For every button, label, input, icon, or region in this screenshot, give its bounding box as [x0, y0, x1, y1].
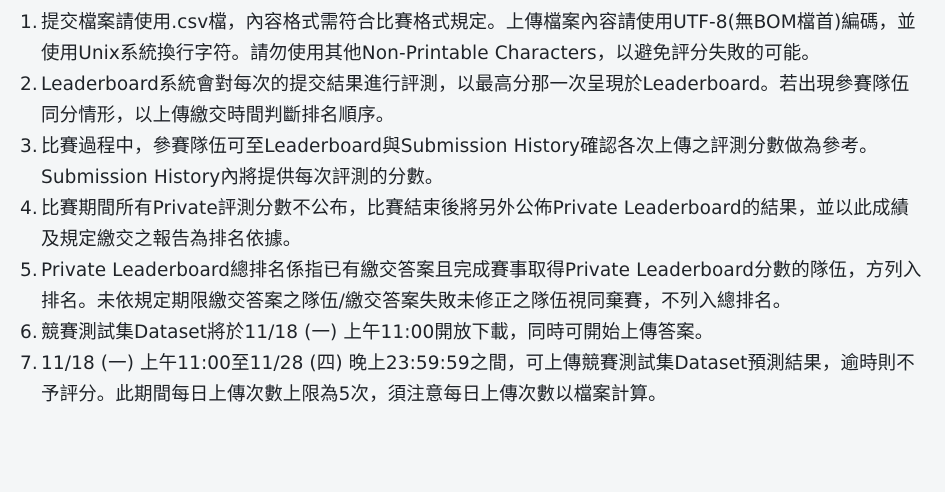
submission-rules-section: 1. 提交檔案請使用.csv檔，內容格式需符合比賽格式規定。上傳檔案內容請使用U… — [0, 0, 945, 492]
rule-text: 11/18 (一) 上午11:00至11/28 (四) 晚上23:59:59之間… — [41, 353, 915, 405]
rule-item-4: 4. 比賽期間所有Private評測分數不公布，比賽結束後將另外公佈Privat… — [20, 193, 927, 255]
rule-item-1: 1. 提交檔案請使用.csv檔，內容格式需符合比賽格式規定。上傳檔案內容請使用U… — [20, 7, 927, 69]
rule-text: 提交檔案請使用.csv檔，內容格式需符合比賽格式規定。上傳檔案內容請使用UTF-… — [41, 12, 916, 64]
rules-list: 1. 提交檔案請使用.csv檔，內容格式需符合比賽格式規定。上傳檔案內容請使用U… — [20, 7, 927, 410]
rule-item-2: 2. Leaderboard系統會對每次的提交結果進行評測，以最高分那一次呈現於… — [20, 69, 927, 131]
rule-number: 2. — [20, 74, 38, 95]
rule-text: Private Leaderboard總排名係指已有繳交答案且完成賽事取得Pri… — [41, 260, 922, 312]
rule-item-7: 7. 11/18 (一) 上午11:00至11/28 (四) 晚上23:59:5… — [20, 348, 927, 410]
rule-number: 1. — [20, 12, 38, 33]
rule-number: 4. — [20, 198, 38, 219]
rule-number: 7. — [20, 353, 38, 374]
rule-text: 比賽過程中，參賽隊伍可至Leaderboard與Submission Histo… — [41, 136, 878, 188]
rule-text: 競賽測試集Dataset將於11/18 (一) 上午11:00開放下載，同時可開… — [41, 322, 714, 343]
rule-text: Leaderboard系統會對每次的提交結果進行評測，以最高分那一次呈現於Lea… — [41, 74, 910, 126]
rule-text: 比賽期間所有Private評測分數不公布，比賽結束後將另外公佈Private L… — [41, 198, 910, 250]
rule-item-6: 6. 競賽測試集Dataset將於11/18 (一) 上午11:00開放下載，同… — [20, 317, 927, 348]
rule-number: 5. — [20, 260, 38, 281]
rule-item-3: 3. 比賽過程中，參賽隊伍可至Leaderboard與Submission Hi… — [20, 131, 927, 193]
rule-number: 6. — [20, 322, 38, 343]
rule-item-5: 5. Private Leaderboard總排名係指已有繳交答案且完成賽事取得… — [20, 255, 927, 317]
rule-number: 3. — [20, 136, 38, 157]
